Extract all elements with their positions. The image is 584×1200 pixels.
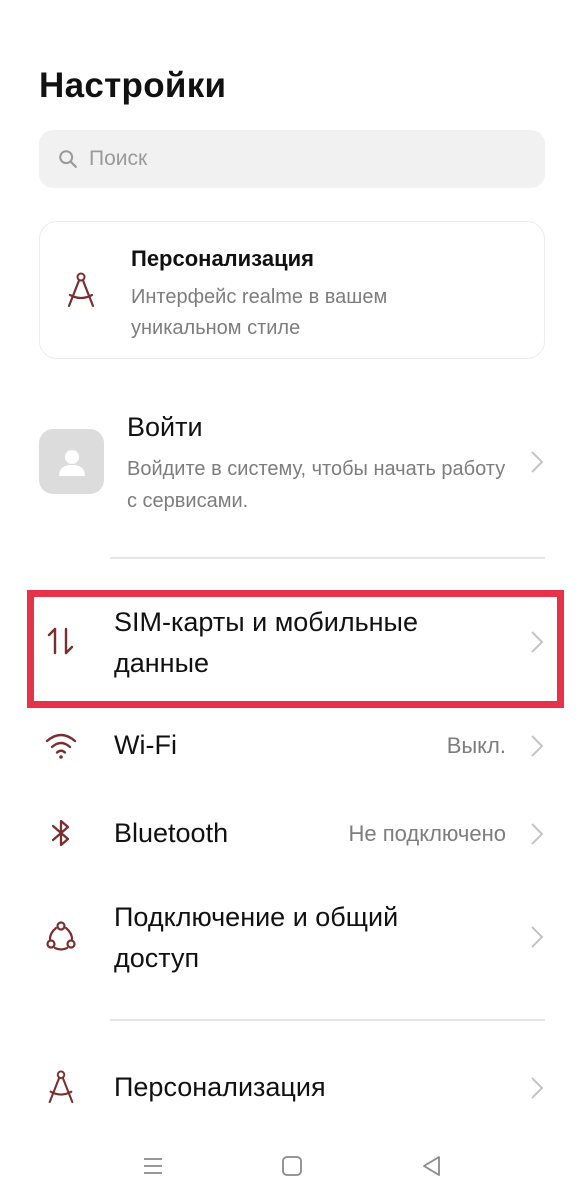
bluetooth-status: Не подключено: [348, 821, 506, 846]
system-nav-bar: [0, 1140, 584, 1190]
personalization-promo-card[interactable]: Персонализация Интерфейс realme в вашем …: [39, 221, 545, 359]
compass-icon: [67, 272, 95, 308]
wifi-icon: [45, 733, 77, 759]
wifi-label: Wi-Fi: [114, 730, 177, 760]
back-icon[interactable]: [420, 1154, 444, 1178]
connection-sharing-item[interactable]: Подключение и общий доступ: [0, 892, 584, 992]
login-row[interactable]: Войти Войдите в систему, чтобы начать ра…: [0, 400, 584, 530]
chevron-right-icon: [531, 926, 544, 948]
avatar: [39, 429, 104, 494]
divider: [110, 1019, 545, 1021]
personalization-label: Персонализация: [114, 1072, 326, 1102]
login-subtitle: Войдите в систему, чтобы начать работу с…: [127, 458, 506, 512]
search-icon: [59, 150, 77, 168]
compass-icon: [48, 1070, 74, 1104]
bluetooth-item[interactable]: Bluetooth Не подключено: [0, 806, 584, 862]
search-placeholder: Поиск: [89, 147, 148, 170]
home-icon[interactable]: [280, 1154, 304, 1178]
divider: [110, 557, 545, 559]
wifi-item[interactable]: Wi-Fi Выкл.: [0, 718, 584, 774]
search-bar[interactable]: Поиск: [39, 130, 545, 188]
menu-icon[interactable]: [141, 1154, 165, 1178]
login-title: Войти: [127, 412, 203, 442]
promo-title: Персонализация: [131, 246, 314, 271]
highlight-box: [27, 590, 564, 708]
bluetooth-label: Bluetooth: [114, 818, 229, 848]
chevron-right-icon: [531, 1077, 544, 1099]
page-title: Настройки: [39, 66, 227, 105]
personalization-item[interactable]: Персонализация: [0, 1060, 584, 1116]
promo-subtitle: Интерфейс realme в вашем уникальном стил…: [131, 286, 388, 339]
chevron-right-icon: [531, 823, 544, 845]
chevron-right-icon: [531, 451, 544, 473]
bluetooth-icon: [51, 819, 70, 847]
user-icon: [58, 449, 85, 476]
connection-sharing-icon: [46, 921, 76, 951]
wifi-status: Выкл.: [446, 733, 506, 758]
connection-sharing-label: Подключение и общий доступ: [114, 902, 399, 973]
chevron-right-icon: [531, 735, 544, 757]
